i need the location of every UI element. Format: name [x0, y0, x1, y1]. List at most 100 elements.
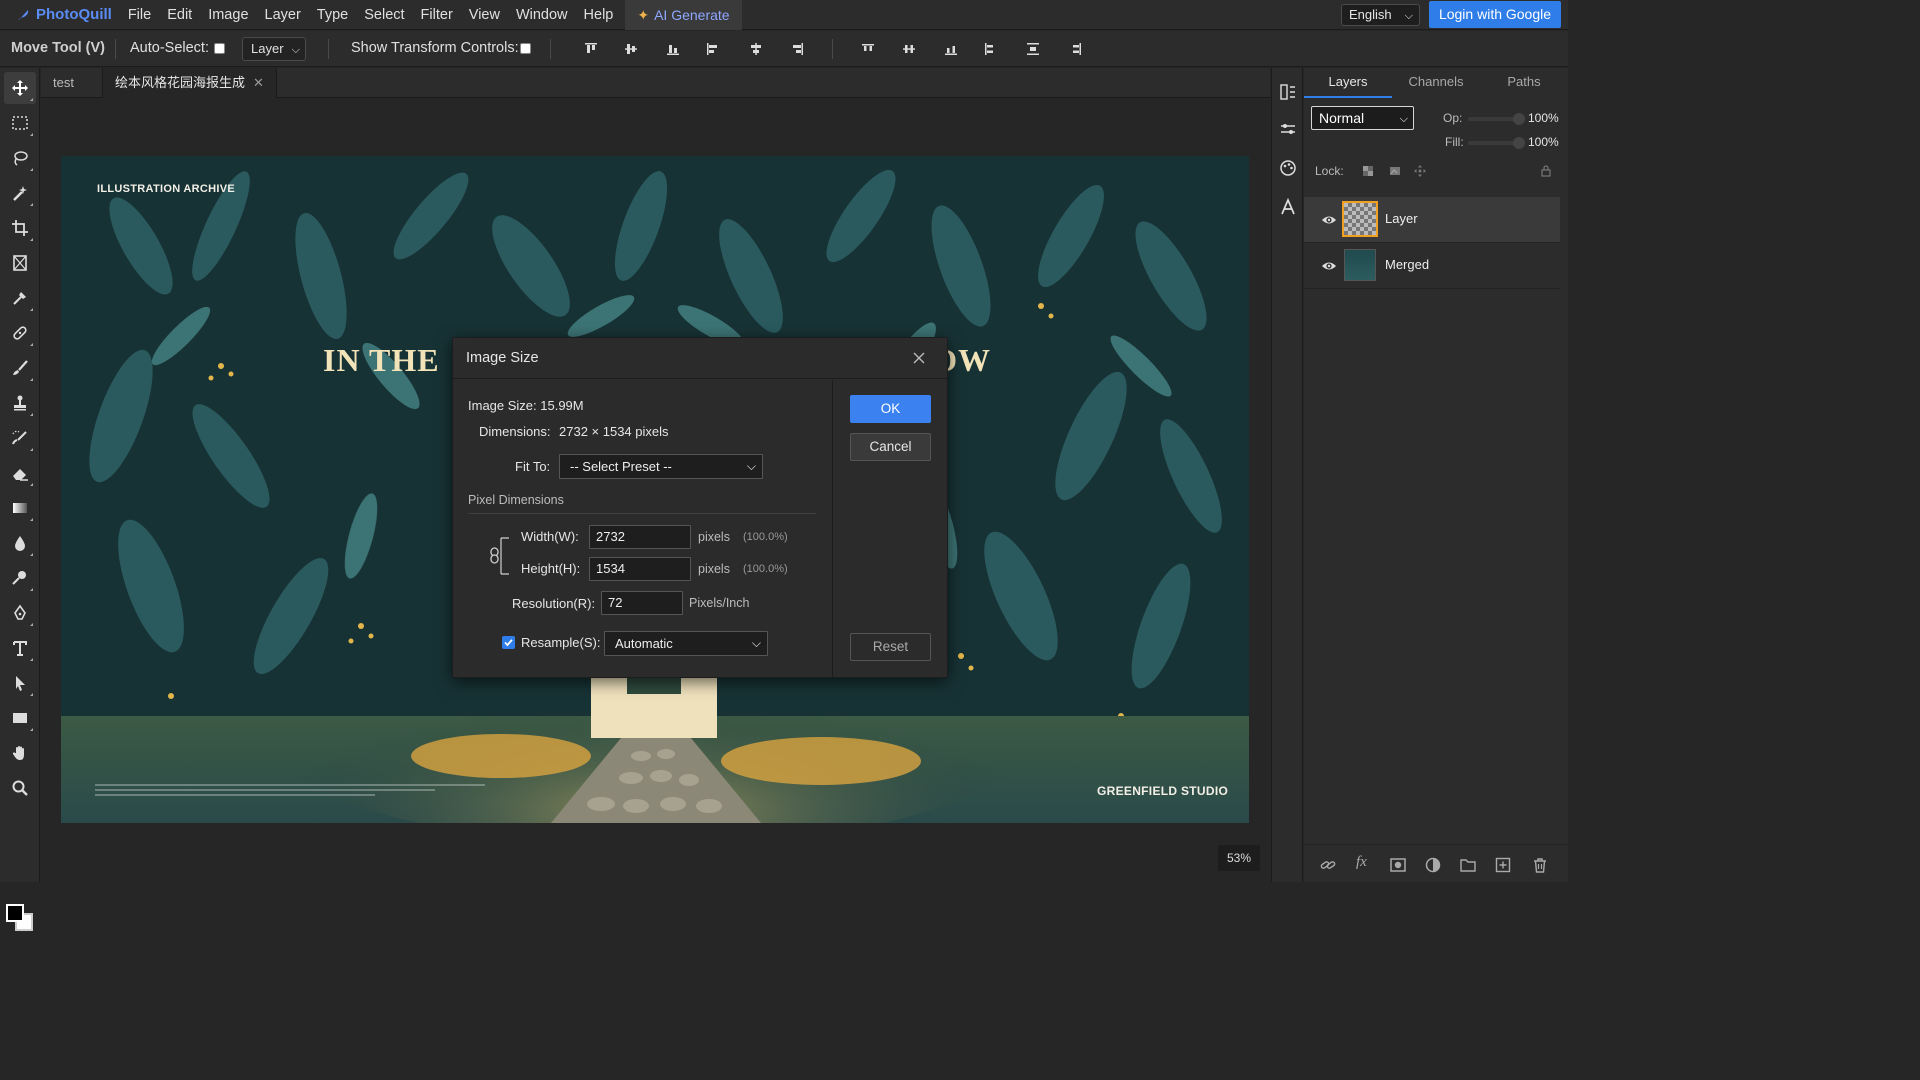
new-group-folder-icon[interactable]	[1460, 857, 1476, 873]
auto-select-target-select[interactable]: Layer ⌵	[242, 37, 306, 61]
fill-slider[interactable]	[1468, 137, 1525, 149]
tab-garden-poster[interactable]: 绘本风格花园海报生成 ✕	[102, 68, 277, 98]
resample-checkbox[interactable]	[502, 636, 515, 649]
adjustments-icon[interactable]	[1279, 120, 1297, 138]
menu-image[interactable]: Image	[200, 0, 256, 30]
ai-generate-button[interactable]: ✦ AI Generate	[625, 0, 742, 30]
layer-row[interactable]: Layer	[1304, 197, 1560, 243]
reset-button[interactable]: Reset	[850, 633, 931, 661]
auto-select-checkbox[interactable]	[214, 43, 225, 54]
menu-view[interactable]: View	[461, 0, 508, 30]
distribute-vertical-center-icon[interactable]	[901, 41, 917, 57]
zoom-tool[interactable]	[4, 772, 36, 804]
color-swatches[interactable]	[6, 904, 36, 934]
fit-to-select[interactable]: -- Select Preset -- ⌵	[559, 454, 763, 479]
distribute-horizontal-center-icon[interactable]	[1025, 41, 1041, 57]
pen-tool[interactable]	[4, 597, 36, 629]
frame-tool[interactable]	[4, 247, 36, 279]
distribute-bottom-icon[interactable]	[943, 41, 959, 57]
menu-window[interactable]: Window	[508, 0, 576, 30]
distribute-left-icon[interactable]	[982, 41, 998, 57]
distribute-top-icon[interactable]	[860, 41, 876, 57]
menu-select[interactable]: Select	[356, 0, 412, 30]
distribute-right-icon[interactable]	[1068, 41, 1084, 57]
character-icon[interactable]	[1279, 198, 1297, 216]
path-selection-tool[interactable]	[4, 667, 36, 699]
close-icon[interactable]	[911, 350, 927, 366]
magnifier-icon	[12, 780, 28, 796]
menu-file[interactable]: File	[120, 0, 159, 30]
menu-layer[interactable]: Layer	[257, 0, 309, 30]
align-top-icon[interactable]	[583, 41, 599, 57]
dodge-tool[interactable]	[4, 562, 36, 594]
healing-brush-tool[interactable]	[4, 317, 36, 349]
tab-channels[interactable]: Channels	[1392, 68, 1480, 98]
eraser-tool[interactable]	[4, 457, 36, 489]
slider-knob[interactable]	[1513, 137, 1525, 149]
fill-value[interactable]: 100%	[1528, 135, 1559, 149]
gradient-tool[interactable]	[4, 492, 36, 524]
align-vertical-center-icon[interactable]	[623, 41, 639, 57]
visibility-eye-icon[interactable]	[1321, 212, 1337, 228]
ai-generate-label: AI Generate	[654, 6, 730, 23]
eyedropper-tool[interactable]	[4, 282, 36, 314]
slider-knob[interactable]	[1513, 113, 1525, 125]
menu-filter[interactable]: Filter	[413, 0, 461, 30]
height-label: Height(H):	[521, 561, 581, 576]
history-brush-tool[interactable]	[4, 422, 36, 454]
align-horizontal-center-icon[interactable]	[748, 41, 764, 57]
opacity-slider[interactable]	[1468, 113, 1525, 125]
cancel-button[interactable]: Cancel	[850, 433, 931, 461]
layer-effects-icon[interactable]: fx	[1356, 854, 1372, 870]
layer-name[interactable]: Layer	[1385, 211, 1418, 226]
marquee-tool[interactable]	[4, 107, 36, 139]
lock-position-icon[interactable]	[1414, 165, 1426, 177]
adjustment-layer-icon[interactable]	[1425, 857, 1441, 873]
link-layers-icon[interactable]	[1320, 857, 1336, 873]
tab-paths[interactable]: Paths	[1480, 68, 1568, 98]
menu-type[interactable]: Type	[309, 0, 356, 30]
hand-tool[interactable]	[4, 737, 36, 769]
align-bottom-icon[interactable]	[665, 41, 681, 57]
tab-test[interactable]: test	[41, 68, 86, 98]
color-palette-icon[interactable]	[1279, 159, 1297, 177]
width-input[interactable]: 2732	[589, 525, 691, 549]
clone-stamp-tool[interactable]	[4, 387, 36, 419]
constrain-proportions-link-icon[interactable]	[489, 536, 511, 576]
foreground-color[interactable]	[6, 904, 24, 922]
layer-row[interactable]: Merged	[1304, 243, 1560, 289]
align-right-icon[interactable]	[789, 41, 805, 57]
blend-mode-select[interactable]: Normal ⌵	[1311, 106, 1414, 130]
blur-tool[interactable]	[4, 527, 36, 559]
close-icon[interactable]: ✕	[253, 75, 264, 90]
magic-wand-tool[interactable]	[4, 177, 36, 209]
new-layer-icon[interactable]	[1495, 857, 1511, 873]
resolution-input[interactable]: 72	[601, 591, 683, 615]
lock-transparent-icon[interactable]	[1362, 165, 1374, 177]
height-input[interactable]: 1534	[589, 557, 691, 581]
resample-select[interactable]: Automatic ⌵	[604, 631, 768, 656]
zoom-level[interactable]: 53%	[1218, 845, 1260, 871]
tab-layers[interactable]: Layers	[1304, 68, 1392, 98]
lasso-tool[interactable]	[4, 142, 36, 174]
opacity-value[interactable]: 100%	[1528, 111, 1559, 125]
login-button[interactable]: Login with Google	[1429, 1, 1561, 28]
rectangle-tool[interactable]	[4, 702, 36, 734]
crop-tool[interactable]	[4, 212, 36, 244]
lock-all-icon[interactable]	[1540, 165, 1552, 177]
delete-layer-trash-icon[interactable]	[1532, 857, 1548, 873]
history-icon[interactable]	[1279, 83, 1297, 101]
transform-controls-checkbox[interactable]	[520, 43, 531, 54]
type-tool[interactable]	[4, 632, 36, 664]
menu-edit[interactable]: Edit	[159, 0, 200, 30]
align-left-icon[interactable]	[705, 41, 721, 57]
menu-help[interactable]: Help	[576, 0, 622, 30]
ok-button[interactable]: OK	[850, 395, 931, 423]
move-tool[interactable]	[4, 72, 36, 104]
brush-tool[interactable]	[4, 352, 36, 384]
language-select[interactable]: English ⌵	[1341, 4, 1420, 26]
visibility-eye-icon[interactable]	[1321, 258, 1337, 274]
layer-name[interactable]: Merged	[1385, 257, 1429, 272]
lock-image-icon[interactable]	[1389, 165, 1401, 177]
layer-mask-icon[interactable]	[1390, 857, 1406, 873]
